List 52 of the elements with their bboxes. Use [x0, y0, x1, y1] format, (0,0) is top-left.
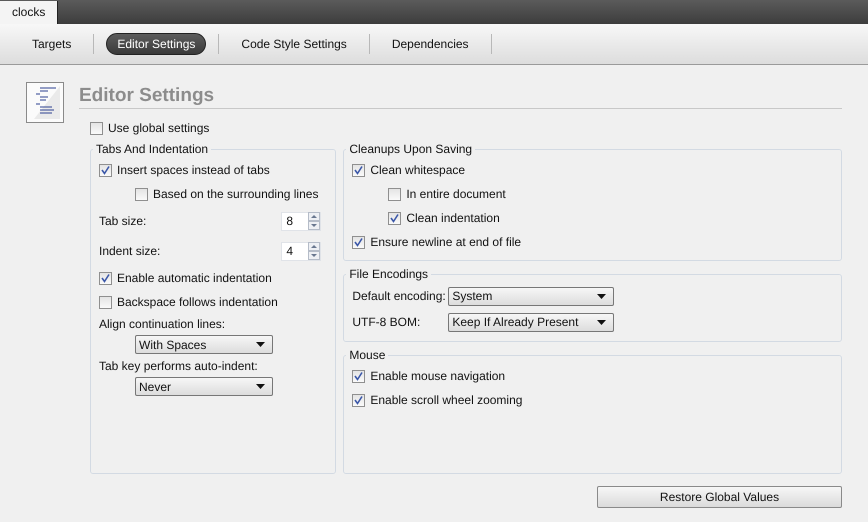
settings-tab[interactable]: Editor Settings: [106, 33, 206, 55]
spin-field[interactable]: 4: [281, 242, 322, 260]
document-icon: [26, 82, 64, 126]
settings-tab[interactable]: Targets: [22, 34, 82, 54]
project-tab[interactable]: clocks: [0, 1, 58, 24]
field-label: Indent size:: [99, 244, 160, 258]
checkbox-label: Based on the surrounding lines: [153, 187, 318, 201]
field-label: Align continuation lines:: [99, 317, 226, 331]
group-title: Mouse: [348, 348, 386, 362]
field-label: Default encoding:: [352, 289, 447, 303]
checkbox[interactable]: [99, 272, 112, 284]
checkbox-label: In entire document: [406, 187, 506, 201]
checkbox[interactable]: [99, 296, 112, 308]
caret-icon: [597, 294, 606, 298]
checkbox-label: Enable mouse navigation: [370, 369, 506, 383]
checkbox[interactable]: [135, 188, 148, 200]
settings-tab[interactable]: Code Style Settings: [231, 34, 357, 54]
group-title: Tabs And Indentation: [95, 142, 210, 156]
spinner-arrows-icon[interactable]: [308, 242, 320, 260]
spinner-arrows-icon[interactable]: [308, 212, 320, 230]
restore-button[interactable]: Restore Global Values: [597, 486, 842, 508]
dropdown[interactable]: Keep If Already Present: [448, 312, 614, 332]
dropdown[interactable]: With Spaces: [135, 335, 273, 354]
caret-icon: [256, 384, 265, 389]
field-label: Tab key performs auto-indent:: [99, 359, 258, 373]
caret-icon: [256, 342, 265, 347]
checkbox[interactable]: [352, 370, 366, 382]
field-label: UTF-8 BOM:: [352, 315, 422, 329]
checkbox-label: Clean whitespace: [370, 163, 466, 177]
dropdown[interactable]: System: [448, 286, 614, 306]
checkbox-label: Enable scroll wheel zooming: [370, 393, 522, 407]
field-label: Tab size:: [99, 214, 146, 228]
dropdown[interactable]: Never: [135, 377, 273, 396]
checkbox-label: Ensure newline at end of file: [370, 235, 522, 249]
checkbox[interactable]: [90, 122, 103, 134]
checkbox-label: Clean indentation: [406, 211, 500, 225]
page-title: Editor Settings: [79, 85, 842, 109]
checkbox-label: Backspace follows indentation: [117, 295, 278, 309]
spin-field[interactable]: 8: [281, 212, 322, 230]
checkbox[interactable]: [352, 164, 366, 176]
checkbox-label: Insert spaces instead of tabs: [117, 163, 270, 177]
settings-tab[interactable]: Dependencies: [382, 34, 479, 54]
checkbox-label: Enable automatic indentation: [117, 271, 272, 285]
checkbox-label: Use global settings: [108, 121, 210, 135]
group-title: Cleanups Upon Saving: [348, 142, 474, 156]
caret-icon: [597, 320, 606, 324]
checkbox[interactable]: [388, 212, 402, 224]
checkbox[interactable]: [99, 164, 112, 176]
checkbox[interactable]: [352, 236, 366, 248]
checkbox[interactable]: [388, 188, 402, 200]
checkbox[interactable]: [352, 394, 366, 406]
group-title: File Encodings: [348, 267, 430, 281]
